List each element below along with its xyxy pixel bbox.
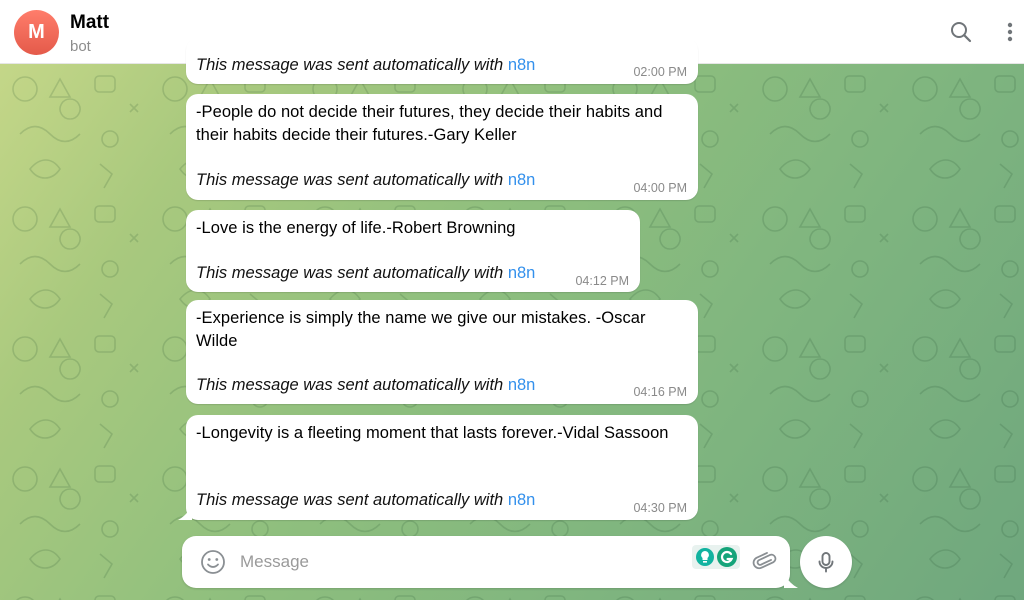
auto-note: This message was sent automatically with…: [196, 376, 536, 394]
paperclip-icon: [752, 552, 777, 570]
message-time: 04:00 PM: [633, 181, 687, 195]
microphone-icon: [818, 552, 834, 573]
message-bubble[interactable]: This message was sent automatically with…: [186, 38, 698, 84]
auto-note: This message was sent automatically with…: [196, 171, 536, 189]
message-bubble[interactable]: -People do not decide their futures, the…: [186, 94, 698, 200]
search-button[interactable]: [946, 17, 976, 47]
composer-tail: [784, 574, 798, 588]
n8n-link[interactable]: n8n: [508, 491, 536, 509]
message-text: -Longevity is a fleeting moment that las…: [196, 424, 669, 442]
n8n-link[interactable]: n8n: [508, 264, 536, 282]
message-time: 04:16 PM: [633, 385, 687, 399]
attach-button[interactable]: [752, 549, 778, 575]
message-input[interactable]: [240, 548, 680, 576]
message-bubble[interactable]: -Experience is simply the name we give o…: [186, 300, 698, 404]
message-time: 04:12 PM: [575, 274, 629, 288]
search-icon: [951, 22, 972, 43]
extension-badges[interactable]: [692, 545, 740, 569]
more-vertical-icon: [1007, 22, 1013, 42]
n8n-link[interactable]: n8n: [508, 171, 536, 189]
chat-title[interactable]: Matt: [70, 12, 109, 34]
bubble-tail: [178, 506, 192, 520]
message-bubble[interactable]: -Love is the energy of life.-Robert Brow…: [186, 210, 640, 292]
n8n-link[interactable]: n8n: [508, 376, 536, 394]
emoji-button[interactable]: [200, 549, 226, 575]
message-time: 04:30 PM: [633, 501, 687, 515]
more-menu-button[interactable]: [995, 17, 1024, 47]
auto-note: This message was sent automatically with…: [196, 56, 536, 74]
message-time: 02:00 PM: [633, 65, 687, 79]
lightbulb-icon: [696, 548, 714, 566]
message-text: -People do not decide their futures, the…: [196, 103, 663, 144]
n8n-link[interactable]: n8n: [508, 56, 536, 74]
voice-record-button[interactable]: [800, 536, 852, 588]
avatar[interactable]: M: [14, 10, 59, 55]
auto-note: This message was sent automatically with…: [196, 491, 536, 509]
message-bubble[interactable]: -Longevity is a fleeting moment that las…: [186, 415, 698, 520]
message-text: -Experience is simply the name we give o…: [196, 309, 646, 350]
grammarly-icon: [717, 547, 737, 567]
message-text: -Love is the energy of life.-Robert Brow…: [196, 219, 516, 237]
smile-icon: [201, 550, 225, 574]
auto-note: This message was sent automatically with…: [196, 264, 536, 282]
chat-status: bot: [70, 38, 91, 55]
